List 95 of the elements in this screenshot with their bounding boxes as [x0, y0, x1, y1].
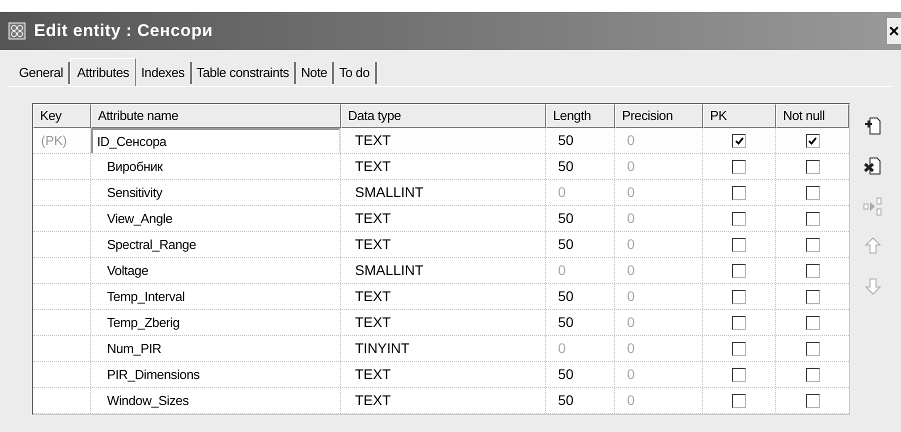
tab[interactable]: Table constraints: [192, 62, 296, 84]
table-cell-text: View_Angle: [106, 210, 174, 228]
checkbox[interactable]: [732, 342, 746, 356]
table-cell-text: 50: [558, 131, 574, 150]
checkbox[interactable]: [732, 238, 746, 252]
table-cell-text: TEXT: [355, 157, 391, 176]
table-cell-text: TEXT: [355, 391, 391, 410]
checkbox[interactable]: [806, 316, 820, 330]
table-cell-text: TEXT: [355, 313, 391, 332]
table-cell-text: Num_PIR: [106, 340, 162, 358]
checkbox[interactable]: [806, 186, 820, 200]
checkbox[interactable]: [732, 212, 746, 226]
table-cell-text: 50: [558, 235, 574, 254]
table-cell-text: SMALLINT: [355, 183, 424, 202]
checkbox[interactable]: [806, 290, 820, 304]
table-cell-text: TEXT: [355, 209, 391, 228]
table-cell[interactable]: ID_Сенсора: [91, 128, 340, 153]
table-row[interactable]: Num_PIR TINYINT 0 0: [33, 336, 849, 362]
table-cell-text: Temp_Interval: [106, 288, 186, 306]
table-row[interactable]: PIR_Dimensions TEXT 50 0: [33, 362, 849, 388]
entity-icon: [8, 22, 26, 40]
table-cell-text: 0: [627, 391, 635, 410]
table-cell-text: SMALLINT: [355, 261, 424, 280]
checkbox[interactable]: [806, 238, 820, 252]
table-cell-text: 50: [558, 157, 574, 176]
tab[interactable]: To do: [334, 62, 377, 84]
table-cell-text: 0: [627, 261, 635, 280]
table-cell-text: TEXT: [355, 235, 391, 254]
table-cell-text: Виробник: [106, 158, 164, 176]
table-row[interactable]: Виробник TEXT 50 0: [33, 154, 849, 180]
column-header[interactable]: PK: [703, 104, 776, 128]
checkbox[interactable]: [806, 212, 820, 226]
table-cell-text: 0: [558, 339, 566, 358]
tab[interactable]: Attributes: [70, 58, 136, 86]
column-header[interactable]: Length: [546, 104, 615, 128]
table-row[interactable]: (PK) ID_Сенсора TEXT 50 0: [33, 128, 849, 154]
table-cell-text: 0: [627, 287, 635, 306]
table-cell-text: 0: [627, 339, 635, 358]
table-cell-text: Spectral_Range: [106, 236, 198, 254]
table-cell-text: TEXT: [355, 287, 391, 306]
checkbox[interactable]: [806, 160, 820, 174]
column-header[interactable]: Not null: [776, 104, 849, 128]
table-cell-text: 0: [627, 183, 635, 202]
table-row[interactable]: View_Angle TEXT 50 0: [33, 206, 849, 232]
checkbox[interactable]: [732, 160, 746, 174]
table-cell-text: 0: [627, 157, 635, 176]
table-row[interactable]: Spectral_Range TEXT 50 0: [33, 232, 849, 258]
table-cell-text: TINYINT: [355, 339, 410, 358]
checkmark-icon: [808, 136, 817, 144]
table-cell-text: TEXT: [355, 131, 391, 150]
table-cell-text: 0: [627, 235, 635, 254]
table-cell-text: 0: [558, 261, 566, 280]
table-cell-text: PIR_Dimensions: [106, 366, 201, 384]
table-cell-text: 50: [558, 287, 574, 306]
table-cell-text: 50: [558, 365, 574, 384]
table-cell-text: 0: [627, 209, 635, 228]
checkbox[interactable]: [806, 342, 820, 356]
checkbox[interactable]: [806, 394, 820, 408]
checkbox[interactable]: [732, 316, 746, 330]
checkbox[interactable]: [732, 264, 746, 278]
column-header[interactable]: Key: [33, 104, 91, 128]
checkbox[interactable]: [732, 186, 746, 200]
table-row[interactable]: Window_Sizes TEXT 50 0: [33, 388, 849, 414]
close-button[interactable]: ×: [887, 18, 901, 44]
column-header[interactable]: Attribute name: [91, 104, 341, 128]
window-title: Edit entity : Сенсори: [34, 20, 213, 42]
table-cell-text: Temp_Zberig: [106, 314, 181, 332]
table-cell-text: Sensitivity: [106, 184, 164, 202]
table-cell-text: 50: [558, 313, 574, 332]
table-cell-text: 0: [627, 313, 635, 332]
table-cell-text: 50: [558, 209, 574, 228]
table-cell-text: Window_Sizes: [106, 392, 190, 410]
table-cell-text: TEXT: [355, 365, 391, 384]
tab[interactable]: Indexes: [136, 62, 192, 84]
checkmark-icon: [734, 136, 744, 144]
table-cell-text: 50: [558, 391, 574, 410]
checkbox[interactable]: [806, 368, 820, 382]
table-row[interactable]: Voltage SMALLINT 0 0: [33, 258, 849, 284]
checkbox[interactable]: [806, 264, 820, 278]
checkbox[interactable]: [732, 368, 746, 382]
checkbox[interactable]: [732, 394, 746, 408]
table-cell-text: Voltage: [106, 262, 150, 280]
table-cell-text: 0: [627, 131, 635, 150]
checkbox[interactable]: [806, 134, 820, 148]
column-header[interactable]: Precision: [615, 104, 703, 128]
checkbox[interactable]: [732, 290, 746, 304]
checkbox[interactable]: [732, 134, 746, 148]
table-row[interactable]: Sensitivity SMALLINT 0 0: [33, 180, 849, 206]
table-cell-text: 0: [627, 365, 635, 384]
tab[interactable]: Note: [296, 62, 334, 84]
table-cell-text: 0: [558, 183, 566, 202]
column-header[interactable]: Data type: [341, 104, 546, 128]
table-row[interactable]: Temp_Interval TEXT 50 0: [33, 284, 849, 310]
table-row[interactable]: Temp_Zberig TEXT 50 0: [33, 310, 849, 336]
table-cell-text: (PK): [41, 132, 67, 150]
